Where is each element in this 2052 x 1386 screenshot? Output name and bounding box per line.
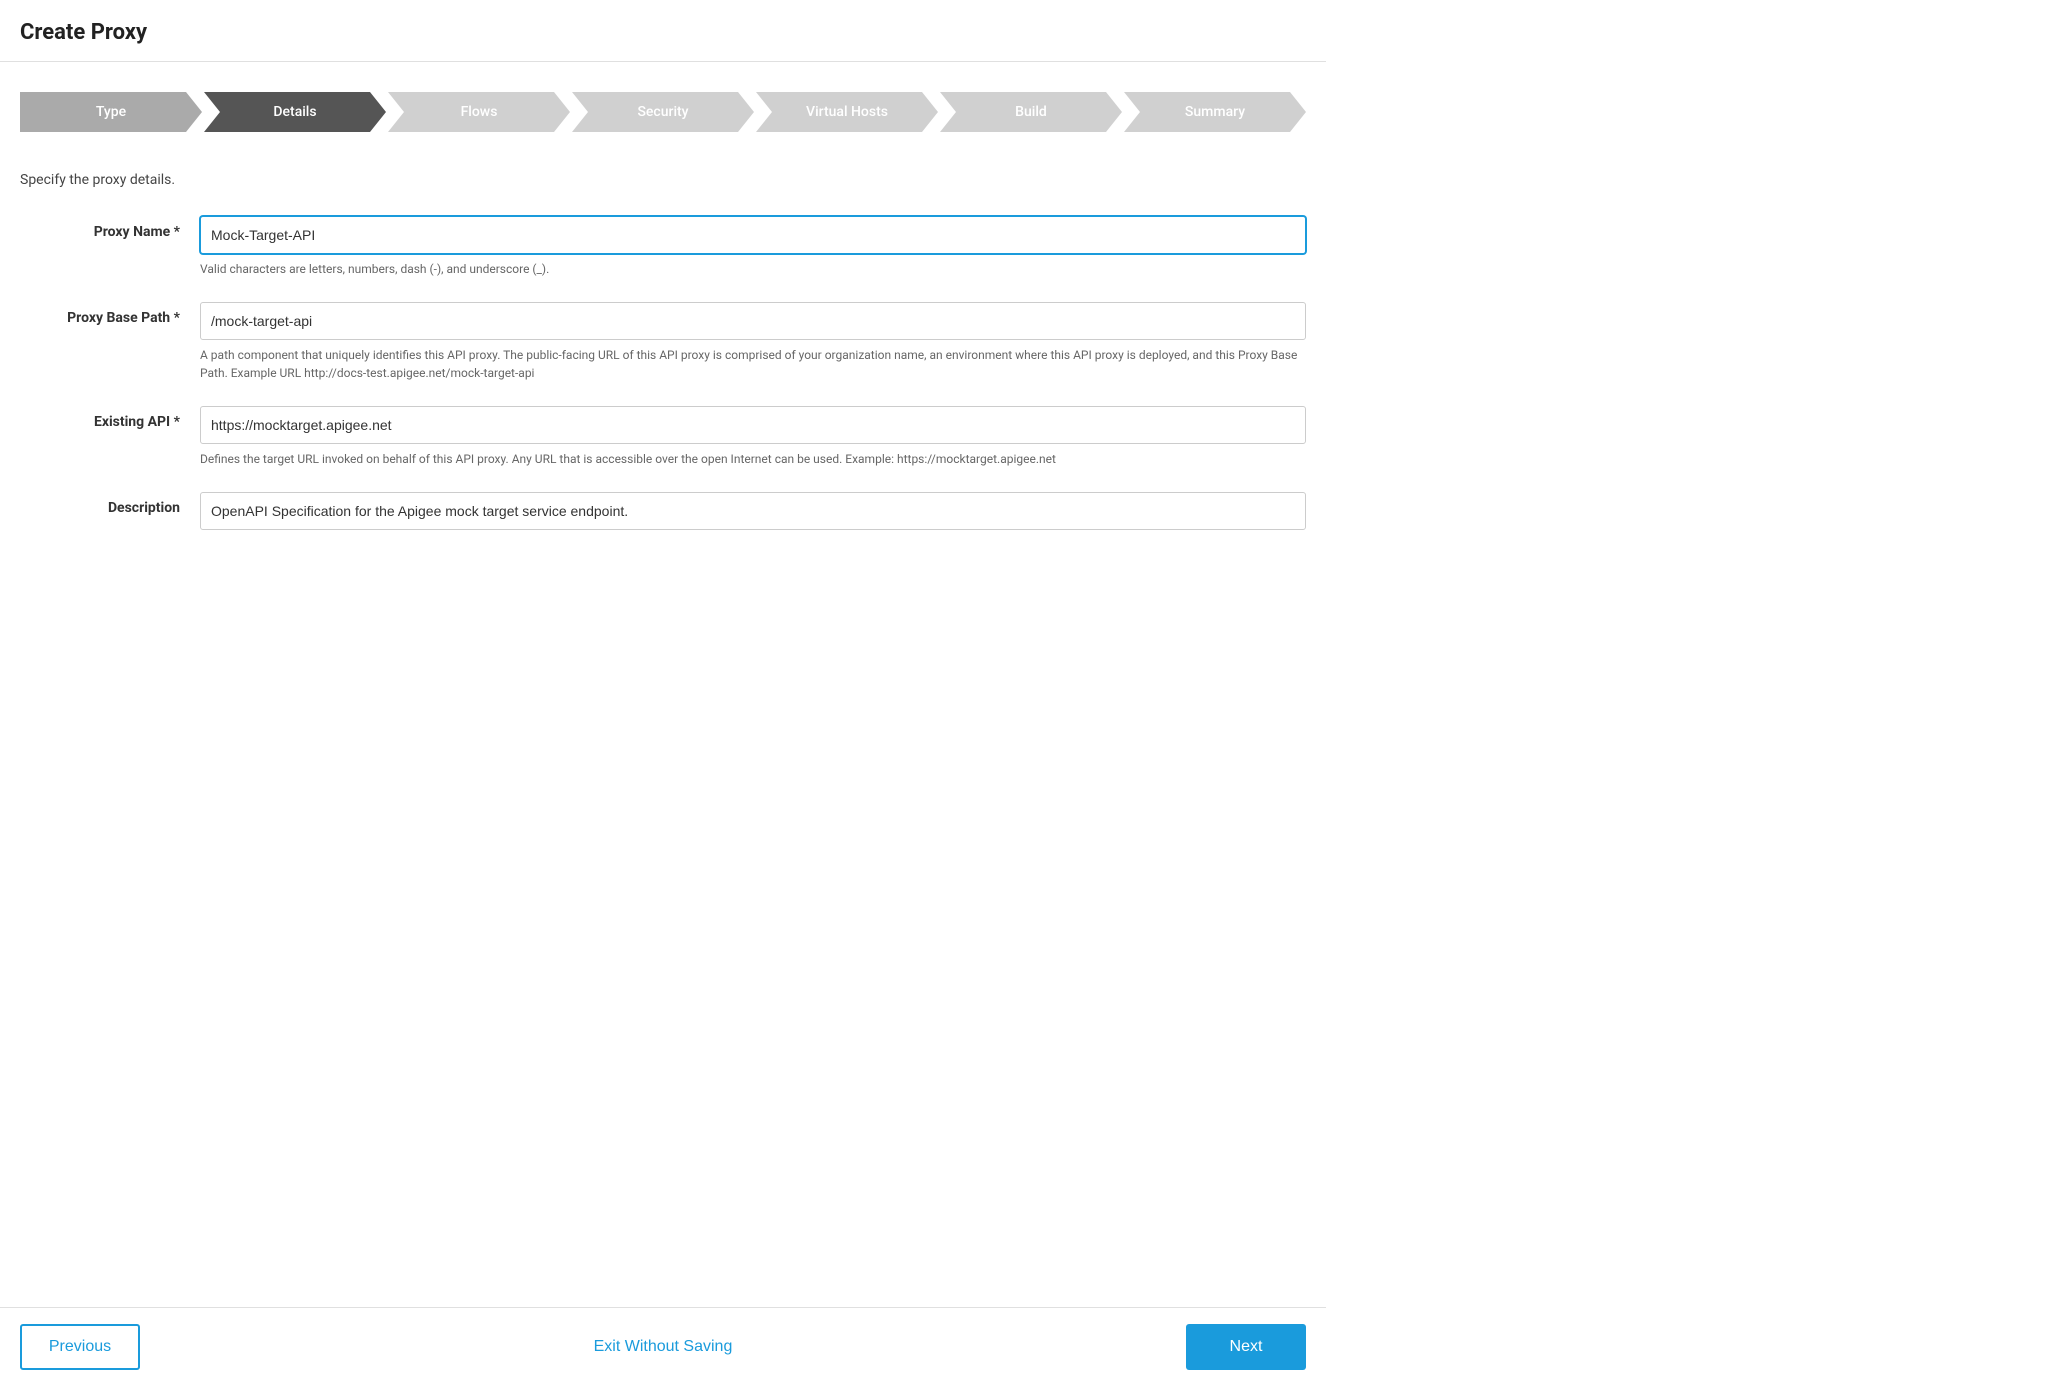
proxy-name-label: Proxy Name * [20,216,200,240]
proxy-name-row: Proxy Name * Valid characters are letter… [20,216,1306,278]
step-build-label: Build [1015,104,1047,120]
footer-bar: Previous Exit Without Saving Next [0,1307,1326,1386]
existing-api-required: * [174,414,180,430]
form-section: Specify the proxy details. Proxy Name * … [0,162,1326,574]
previous-button[interactable]: Previous [20,1324,140,1370]
step-security[interactable]: Security [572,92,754,132]
step-details[interactable]: Details [204,92,386,132]
exit-without-saving-button[interactable]: Exit Without Saving [594,1338,733,1356]
form-subtitle: Specify the proxy details. [20,172,1306,188]
step-build[interactable]: Build [940,92,1122,132]
proxy-name-hint: Valid characters are letters, numbers, d… [200,260,1306,278]
step-flows[interactable]: Flows [388,92,570,132]
existing-api-hint: Defines the target URL invoked on behalf… [200,450,1306,468]
step-summary-label: Summary [1185,104,1245,120]
description-input[interactable] [200,492,1306,530]
next-button[interactable]: Next [1186,1324,1306,1370]
step-type[interactable]: Type [20,92,202,132]
proxy-base-path-input[interactable] [200,302,1306,340]
proxy-base-path-row: Proxy Base Path * A path component that … [20,302,1306,382]
proxy-name-required: * [174,224,180,240]
description-input-group [200,492,1306,530]
description-label: Description [20,492,200,516]
step-flows-label: Flows [461,104,498,120]
step-details-label: Details [273,104,316,120]
proxy-base-path-label: Proxy Base Path * [20,302,200,326]
step-type-label: Type [96,104,126,120]
proxy-base-path-required: * [174,310,180,326]
step-virtual-hosts-label: Virtual Hosts [806,104,888,120]
proxy-name-input-group: Valid characters are letters, numbers, d… [200,216,1306,278]
page-title: Create Proxy [20,20,1306,45]
description-row: Description [20,492,1306,530]
existing-api-label: Existing API * [20,406,200,430]
proxy-base-path-hint: A path component that uniquely identifie… [200,346,1306,382]
proxy-name-input[interactable] [200,216,1306,254]
existing-api-input[interactable] [200,406,1306,444]
step-summary[interactable]: Summary [1124,92,1306,132]
existing-api-row: Existing API * Defines the target URL in… [20,406,1306,468]
proxy-base-path-input-group: A path component that uniquely identifie… [200,302,1306,382]
existing-api-input-group: Defines the target URL invoked on behalf… [200,406,1306,468]
stepper: Type Details Flows Security Virtual Host… [20,92,1306,132]
page-header: Create Proxy [0,0,1326,62]
step-virtual-hosts[interactable]: Virtual Hosts [756,92,938,132]
step-security-label: Security [637,104,688,120]
